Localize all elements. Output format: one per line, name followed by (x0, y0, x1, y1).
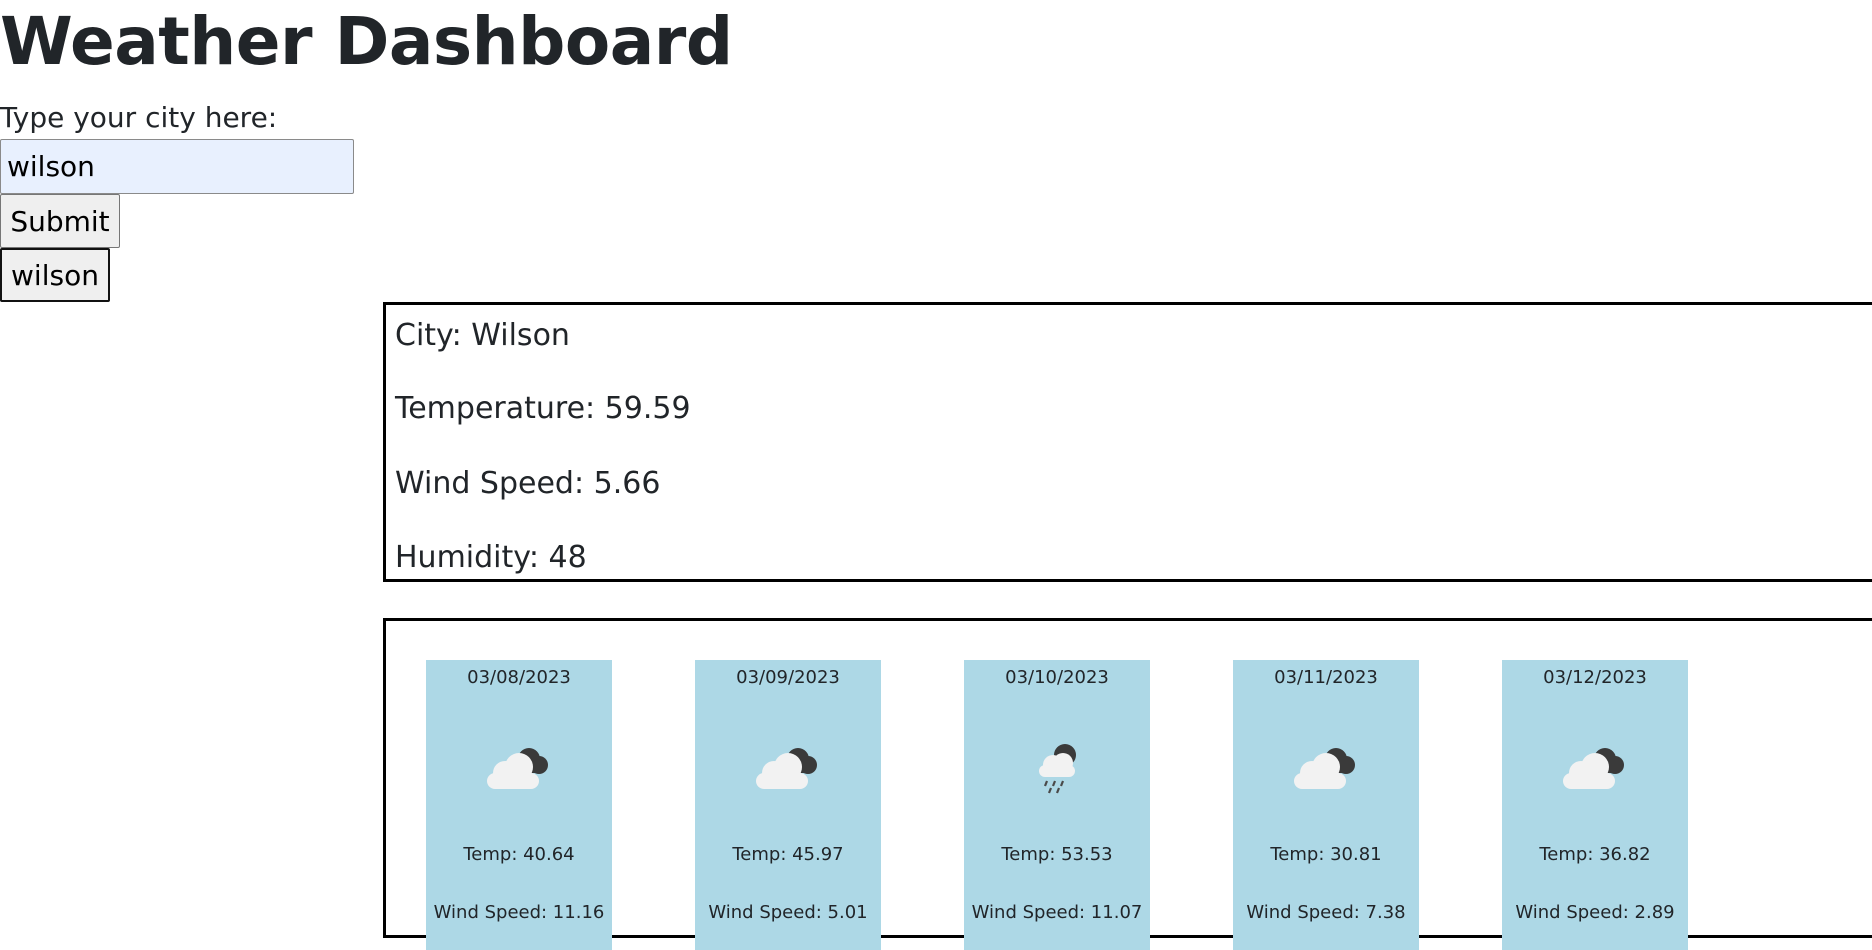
current-weather-panel: City: Wilson Temperature: 59.59 Wind Spe… (383, 302, 1872, 582)
forecast-card: 03/08/2023 Temp: 40.64 Wind Speed: 11.16 (426, 660, 612, 950)
rain-icon (1039, 744, 1076, 794)
forecast-card: 03/12/2023 Temp: 36.82 Wind Speed: 2.89 (1502, 660, 1688, 950)
forecast-wind-speed: Wind Speed: 11.16 (433, 902, 605, 923)
forecast-temp: Temp: 36.82 (1539, 844, 1651, 865)
forecast-panel: 03/08/2023 Temp: 40.64 Wind Speed: 11.16… (383, 618, 1872, 950)
forecast-wind-speed: Wind Speed: 5.01 (708, 902, 868, 923)
current-humidity: Humidity: 48 (395, 540, 587, 575)
forecast-temp: Temp: 40.64 (463, 844, 575, 865)
forecast-temp: Temp: 30.81 (1270, 844, 1382, 865)
forecast-wind-speed: Wind Speed: 2.89 (1515, 902, 1675, 923)
forecast-card: 03/09/2023 Temp: 45.97 Wind Speed: 5.01 (695, 660, 881, 950)
submit-button[interactable]: Submit (0, 194, 120, 248)
forecast-wind-speed: Wind Speed: 7.38 (1246, 902, 1406, 923)
forecast-card: 03/10/2023 Temp: 53.53 Wind Speed: 11.07 (964, 660, 1150, 950)
forecast-date: 03/10/2023 (1005, 667, 1109, 688)
forecast-card: 03/11/2023 Temp: 30.81 Wind Speed: 7.38 (1233, 660, 1419, 950)
forecast-temp: Temp: 53.53 (1001, 844, 1113, 865)
current-wind-speed: Wind Speed: 5.66 (395, 466, 661, 501)
forecast-date: 03/12/2023 (1543, 667, 1647, 688)
current-temperature: Temperature: 59.59 (395, 391, 691, 426)
forecast-wind-speed: Wind Speed: 11.07 (971, 902, 1143, 923)
cloudy-icon (756, 748, 817, 789)
forecast-date: 03/08/2023 (467, 667, 571, 688)
forecast-temp: Temp: 45.97 (732, 844, 844, 865)
forecast-date: 03/09/2023 (736, 667, 840, 688)
city-input-label: Type your city here: (0, 101, 278, 134)
city-search-input[interactable] (0, 139, 354, 194)
cloudy-icon (1294, 748, 1355, 789)
current-city: City: Wilson (395, 318, 570, 353)
history-city-button[interactable]: wilson (0, 248, 110, 302)
page-title: Weather Dashboard (0, 3, 733, 80)
cloudy-icon (1563, 748, 1624, 789)
cloudy-icon (487, 748, 548, 789)
forecast-date: 03/11/2023 (1274, 667, 1378, 688)
